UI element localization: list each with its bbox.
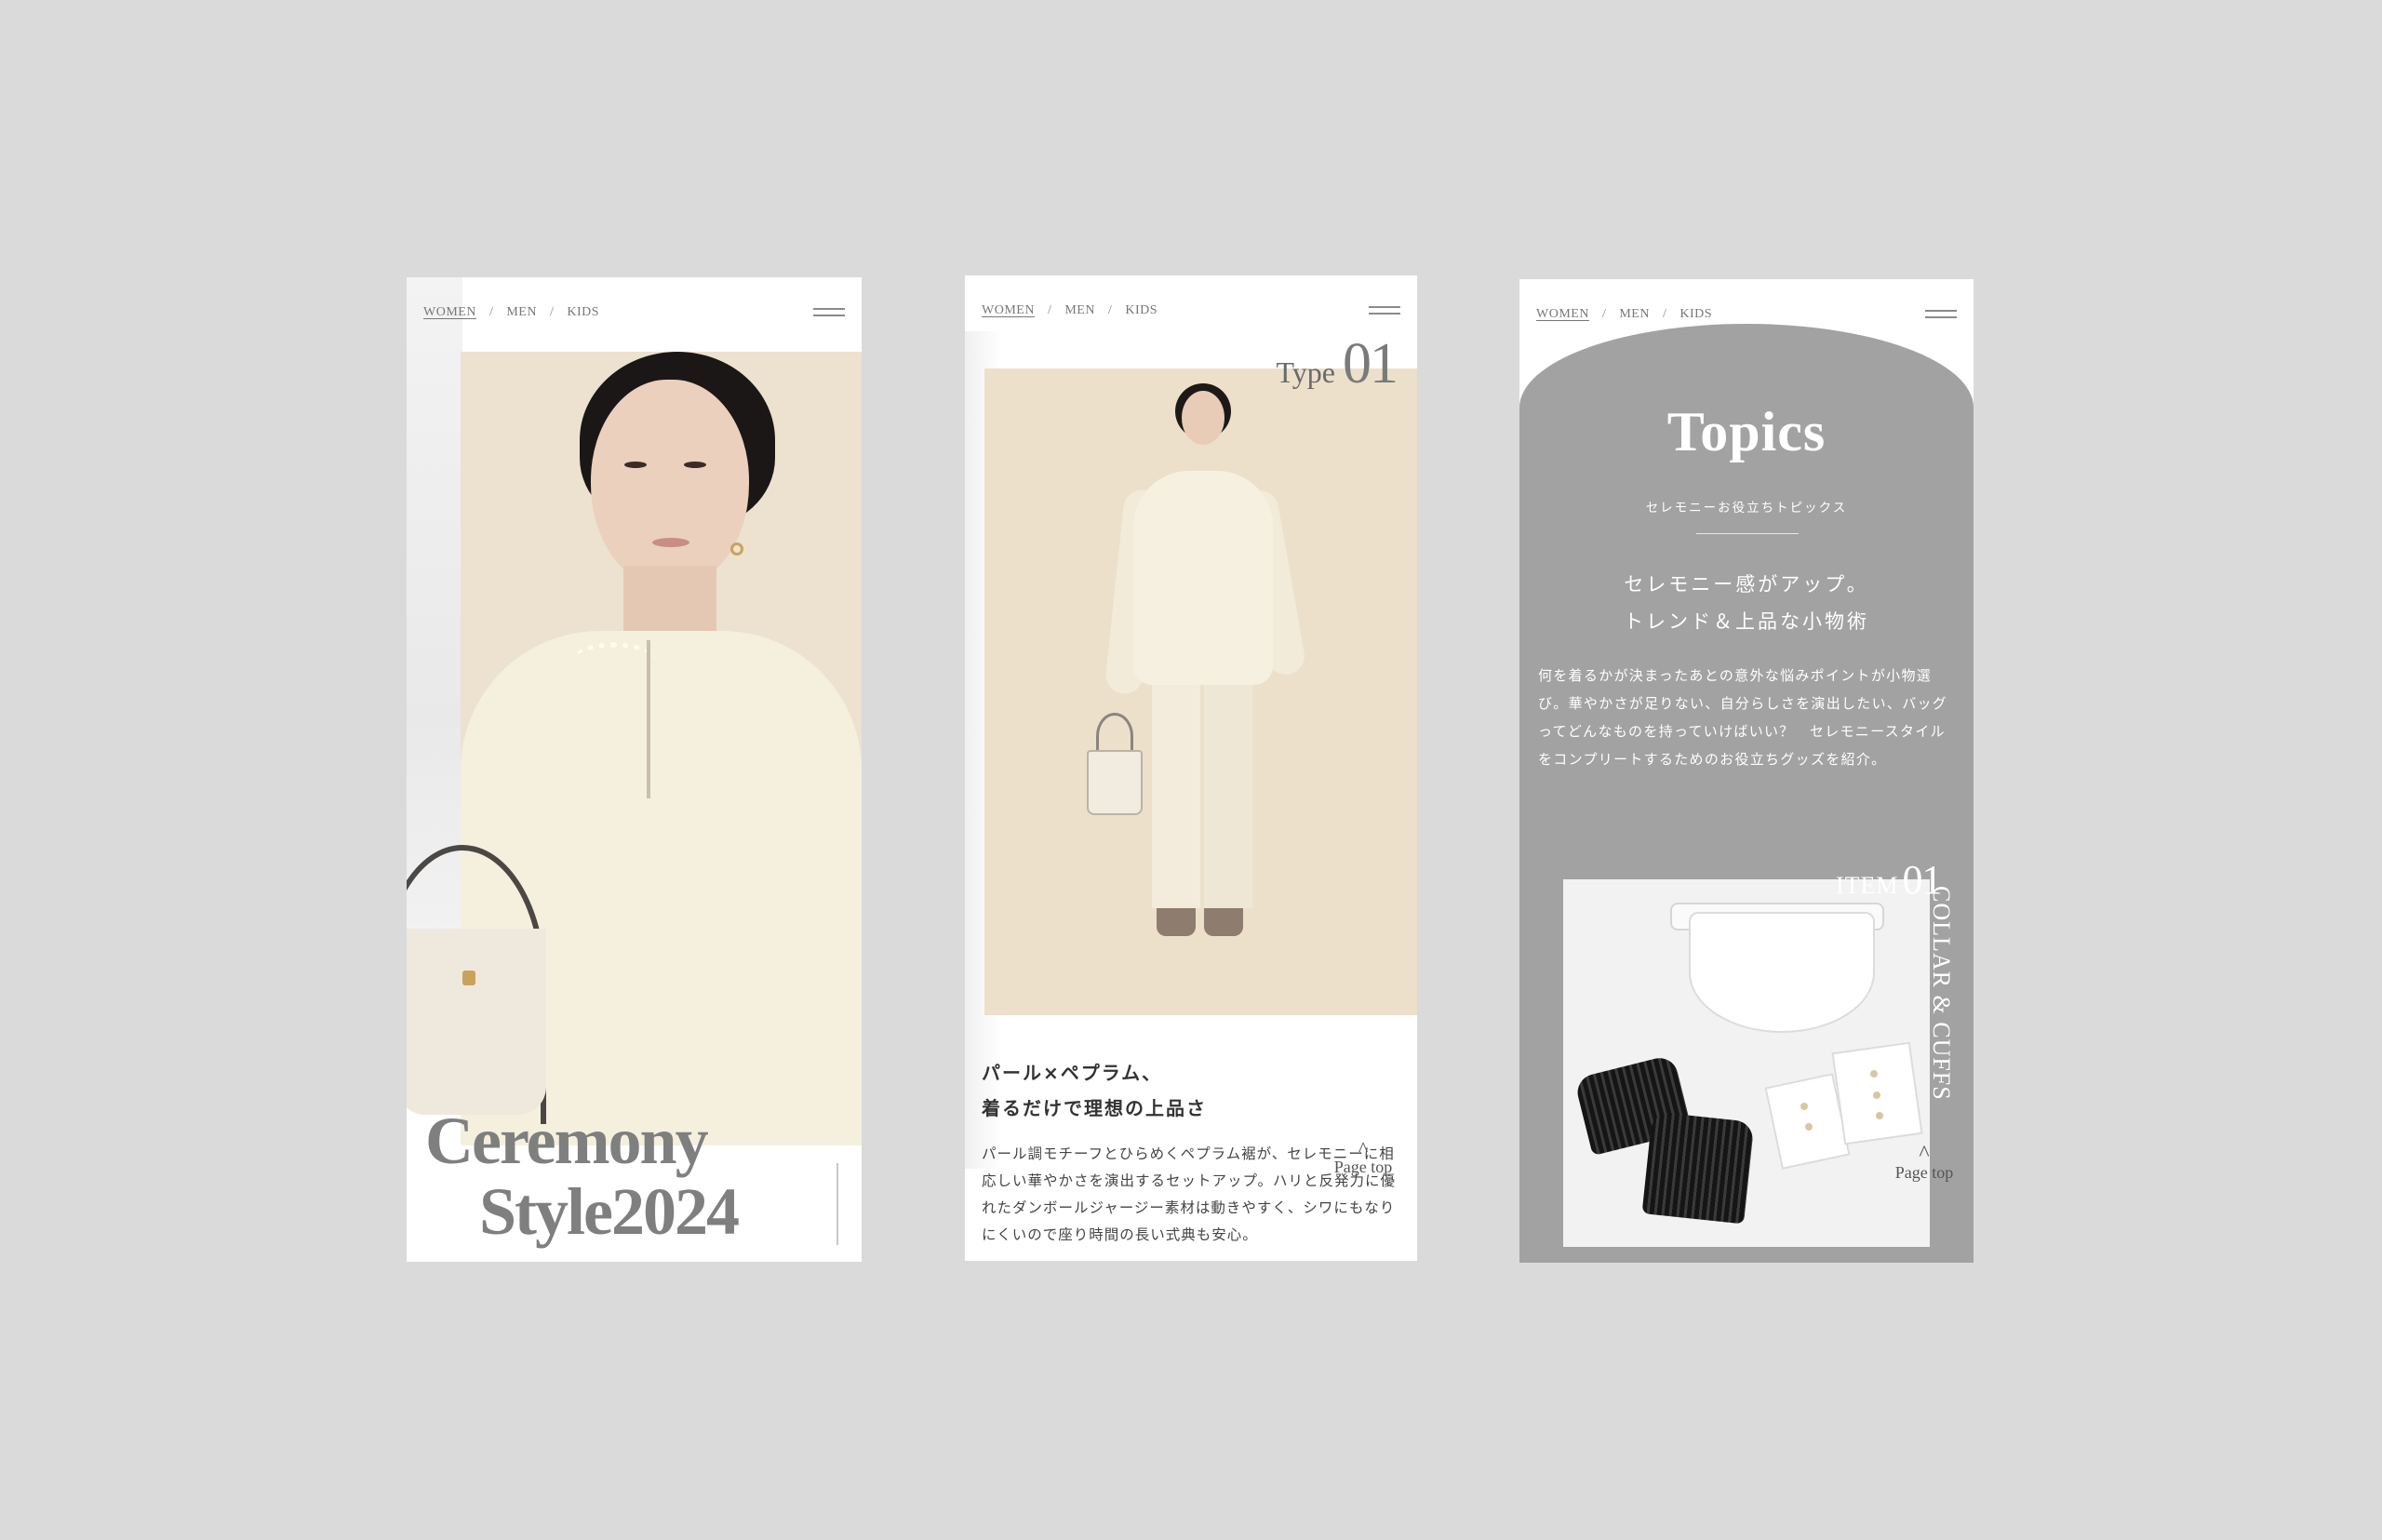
item-word: ITEM — [1836, 872, 1899, 899]
photo-shape — [684, 462, 706, 468]
item-label: ITEM 01 — [1836, 856, 1943, 904]
photo-shape — [1800, 1103, 1808, 1110]
site-header: WOMEN / MEN / KIDS — [965, 275, 1417, 341]
mobile-screen-hero: WOMEN / MEN / KIDS Ceremony Style2024 — [407, 277, 862, 1262]
divider — [1696, 533, 1799, 534]
look-heading-line1: パール×ペプラム、 — [982, 1062, 1163, 1084]
item-name: COLLAR & CUFFS — [1928, 886, 1955, 1101]
gender-nav: WOMEN / MEN / KIDS — [423, 305, 599, 320]
photo-shape — [1157, 908, 1196, 936]
nav-link-men[interactable]: MEN — [506, 305, 537, 320]
site-header: WOMEN / MEN / KIDS — [1519, 279, 1974, 344]
photo-shape — [591, 380, 749, 589]
topics-lead-line2: トレンド＆上品な小物術 — [1624, 610, 1869, 633]
nav-link-women[interactable]: WOMEN — [1536, 307, 1589, 322]
type-number: 01 — [1343, 332, 1398, 395]
photo-shape — [1204, 676, 1252, 908]
look-heading: パール×ペプラム、 着るだけで理想の上品さ — [982, 1055, 1391, 1126]
photo-shape — [647, 640, 650, 798]
photo-shape — [624, 462, 647, 468]
topics-title: Topics — [1666, 401, 1827, 462]
nav-separator: / — [1662, 307, 1667, 321]
photo-shape — [730, 542, 743, 556]
topics-lead: セレモニー感がアップ。 トレンド＆上品な小物術 — [1519, 566, 1974, 640]
type-label: Type 01 — [1276, 331, 1398, 397]
hamburger-menu-icon[interactable] — [813, 308, 845, 317]
mobile-screen-topics: WOMEN / MEN / KIDS Topics セレモニーお役立ちトピックス… — [1519, 279, 1974, 1263]
hero-title: Ceremony Style2024 — [425, 1105, 797, 1247]
photo-shape — [1805, 1123, 1813, 1131]
photo-shape — [1870, 1070, 1878, 1078]
photo-shape — [407, 929, 546, 1115]
nav-link-kids[interactable]: KIDS — [1679, 307, 1712, 322]
site-header: WOMEN / MEN / KIDS — [407, 277, 862, 342]
nav-link-men[interactable]: MEN — [1064, 303, 1095, 318]
photo-shape — [1873, 1091, 1880, 1099]
page-top-button[interactable]: ^ Page top — [1326, 1137, 1400, 1177]
topics-lead-line1: セレモニー感がアップ。 — [1624, 573, 1869, 596]
photo-shape — [652, 538, 689, 547]
photo-shape — [1641, 1111, 1755, 1225]
nav-separator: / — [1047, 303, 1052, 317]
photo-shape — [1152, 676, 1200, 908]
hero-title-line2: Style2024 — [479, 1174, 740, 1249]
photo-shape — [572, 642, 656, 679]
caret-up-icon: ^ — [1358, 1137, 1369, 1160]
nav-separator: / — [549, 305, 555, 319]
look-heading-line2: 着るだけで理想の上品さ — [982, 1097, 1207, 1119]
photo-shape — [1133, 471, 1273, 685]
topics-subtitle: セレモニーお役立ちトピックス — [1645, 501, 1848, 516]
caret-up-icon: ^ — [1919, 1142, 1930, 1166]
look-model-photo — [984, 368, 1417, 1015]
hamburger-menu-icon[interactable] — [1925, 310, 1957, 319]
photo-shape — [1689, 912, 1875, 1033]
photo-shape — [1087, 750, 1143, 815]
page-top-label: Page top — [1894, 1163, 1954, 1182]
nav-link-men[interactable]: MEN — [1619, 307, 1650, 322]
photo-shape — [1182, 391, 1224, 445]
hero-title-line1: Ceremony — [425, 1104, 709, 1178]
gender-nav: WOMEN / MEN / KIDS — [982, 303, 1158, 318]
nav-link-women[interactable]: WOMEN — [423, 305, 476, 320]
photo-shape — [462, 971, 475, 985]
nav-link-women[interactable]: WOMEN — [982, 303, 1035, 318]
nav-separator: / — [1601, 307, 1607, 321]
nav-separator: / — [488, 305, 494, 319]
photo-shape — [1876, 1112, 1883, 1119]
hamburger-menu-icon[interactable] — [1369, 306, 1400, 315]
gender-nav: WOMEN / MEN / KIDS — [1536, 307, 1712, 322]
collar-cuffs-photo — [1563, 879, 1930, 1247]
page-top-label: Page top — [1333, 1158, 1393, 1176]
nav-separator: / — [1107, 303, 1113, 317]
page-top-button[interactable]: ^ Page top — [1882, 1142, 1966, 1183]
mobile-screen-type01: WOMEN / MEN / KIDS Type 01 パール×ペプラム、 着るだ… — [965, 275, 1417, 1261]
nav-link-kids[interactable]: KIDS — [1125, 303, 1158, 318]
scroll-indicator — [836, 1163, 838, 1245]
nav-link-kids[interactable]: KIDS — [567, 305, 599, 320]
topics-description: 何を着るかが決まったあとの意外な悩みポイントが小物選び。華やかさが足りない、自分… — [1538, 667, 1948, 768]
photo-shape — [1204, 908, 1243, 936]
type-word: Type — [1276, 355, 1335, 389]
